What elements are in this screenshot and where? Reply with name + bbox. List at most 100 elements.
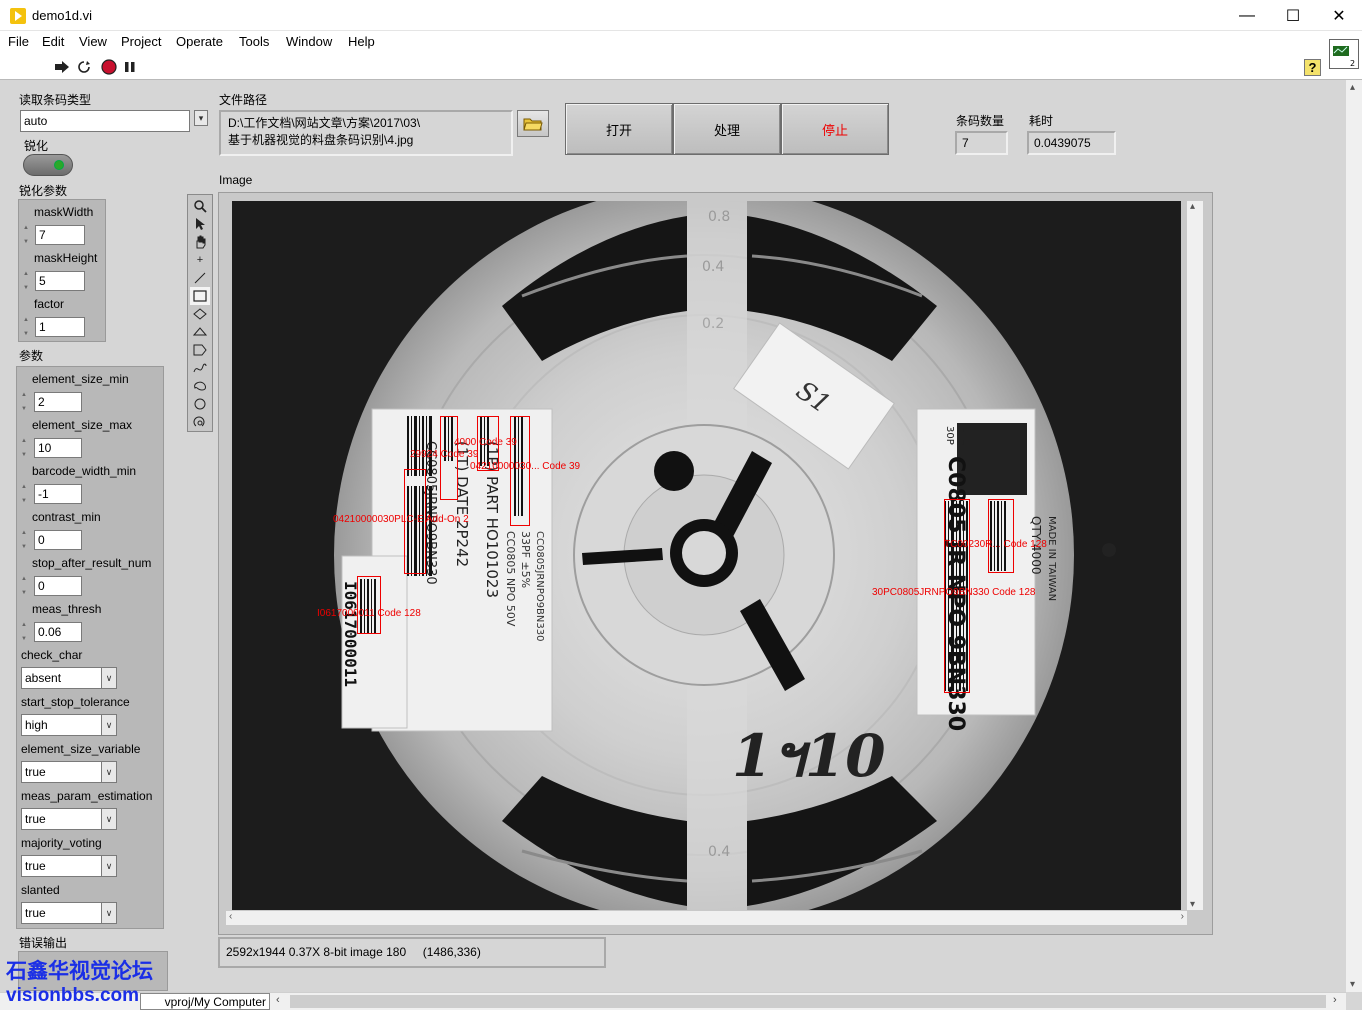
image-label: Image (219, 173, 253, 187)
freehand-region-tool-icon[interactable] (190, 377, 210, 395)
majority-voting-dropdown-icon[interactable]: ∨ (101, 855, 117, 877)
sharpen-toggle[interactable] (23, 154, 73, 176)
meas-thresh-label: meas_thresh (32, 602, 102, 616)
menu-edit[interactable]: Edit (42, 34, 64, 49)
freehand-line-tool-icon[interactable] (190, 359, 210, 377)
mask-height-input[interactable]: 5 (35, 271, 85, 291)
slanted-dropdown-icon[interactable]: ∨ (101, 902, 117, 924)
image-status-text: 2592x1944 0.37X 8-bit image 180 (1486,33… (226, 945, 481, 959)
meas-param-estimation-select[interactable]: true (21, 808, 102, 830)
barcode-count-value: 7 (955, 131, 1008, 155)
meas-thresh-input[interactable]: 0.06 (34, 622, 82, 642)
abort-icon[interactable] (101, 59, 117, 75)
element-size-variable-dropdown-icon[interactable]: ∨ (101, 761, 117, 783)
barcode-type-input[interactable]: auto (20, 110, 190, 132)
barcode-width-min-spinner[interactable]: ▲ ▼ (21, 483, 29, 505)
file-path-input[interactable]: D:\工作文档\网站文章\方案\2017\03\ 基于机器视觉的料盘条码识别\4… (219, 110, 513, 156)
line-tool-icon[interactable] (190, 269, 210, 287)
close-button[interactable]: ✕ (1316, 0, 1362, 31)
stop-button[interactable]: 停止 (781, 103, 889, 155)
file-path-line2: 基于机器视觉的料盘条码识别\4.jpg (228, 133, 414, 147)
menu-project[interactable]: Project (121, 34, 161, 49)
minimize-button[interactable]: — (1224, 0, 1270, 31)
detection-box (988, 499, 1014, 573)
element-size-variable-select[interactable]: true (21, 761, 102, 783)
pause-icon[interactable] (122, 59, 138, 75)
panel-horizontal-scrollbar-thumb[interactable] (290, 995, 1326, 1008)
polygon-tool-icon[interactable] (190, 341, 210, 359)
handwritten-reel-mark: 1ฯ10 (732, 722, 886, 790)
meas-param-estimation-label: meas_param_estimation (21, 789, 153, 803)
help-icon[interactable]: ? (1304, 59, 1321, 76)
start-stop-tolerance-select[interactable]: high (21, 714, 102, 736)
contrast-min-label: contrast_min (32, 510, 101, 524)
run-continuously-icon[interactable] (76, 59, 92, 75)
menu-window[interactable]: Window (286, 34, 332, 49)
image-vertical-scrollbar[interactable]: ▴ ▾ (1187, 201, 1203, 910)
meas-param-estimation-dropdown-icon[interactable]: ∨ (101, 808, 117, 830)
image-horizontal-scrollbar[interactable]: ‹ › (226, 911, 1187, 925)
slanted-select[interactable]: true (21, 902, 102, 924)
open-button[interactable]: 打开 (565, 103, 673, 155)
barcode-type-dropdown-icon[interactable]: ▾ (194, 110, 208, 126)
rectangle-tool-icon[interactable] (190, 287, 210, 305)
element-size-min-input[interactable]: 2 (34, 392, 82, 412)
barcode-width-min-input[interactable]: -1 (34, 484, 82, 504)
run-arrow-icon[interactable] (54, 59, 70, 75)
stop-after-result-num-input[interactable]: 0 (34, 576, 82, 596)
toolbar: ? 2 (0, 39, 1362, 80)
detection-label: TC00230R... Code 128 (944, 539, 1047, 550)
zoom-tool-icon[interactable] (190, 197, 210, 215)
meas-thresh-spinner[interactable]: ▲ ▼ (21, 621, 29, 643)
rotated-rectangle-tool-icon[interactable] (190, 305, 210, 323)
reel-image[interactable]: 0.8 0.4 0.2 0.4 S1 1ฯ10 (1P) PART HO1010… (232, 201, 1181, 910)
menu-tools[interactable]: Tools (239, 34, 269, 49)
mask-height-label: maskHeight (34, 251, 98, 265)
contrast-min-spinner[interactable]: ▲ ▼ (21, 529, 29, 551)
scroll-left-icon[interactable]: ‹ (276, 994, 280, 1006)
factor-label: factor (34, 297, 65, 311)
element-size-max-input[interactable]: 10 (34, 438, 82, 458)
mask-width-spinner[interactable]: ▲ ▼ (23, 224, 31, 246)
check-char-dropdown-icon[interactable]: ∨ (101, 667, 117, 689)
stop-after-result-num-spinner[interactable]: ▲ ▼ (21, 575, 29, 597)
title-bar: demo1d.vi — ☐ ✕ (0, 0, 1362, 31)
oval-tool-icon[interactable] (190, 395, 210, 413)
factor-spinner[interactable]: ▲ ▼ (23, 316, 31, 338)
mask-width-input[interactable]: 7 (35, 225, 85, 245)
point-tool-icon[interactable]: + (190, 251, 210, 269)
process-button[interactable]: 处理 (673, 103, 781, 155)
start-stop-tolerance-dropdown-icon[interactable]: ∨ (101, 714, 117, 736)
menu-view[interactable]: View (79, 34, 107, 49)
element-size-variable-label: element_size_variable (21, 742, 141, 756)
reel-mark-2: 0.4 (702, 259, 724, 275)
majority-voting-select[interactable]: true (21, 855, 102, 877)
start-stop-tolerance-label: start_stop_tolerance (21, 695, 130, 709)
annulus-tool-icon[interactable] (190, 323, 210, 341)
image-tool-palette: + (187, 194, 213, 432)
factor-input[interactable]: 1 (35, 317, 85, 337)
project-path-field: vproj/My Computer (140, 993, 270, 1010)
panel-vertical-scrollbar[interactable]: ▴ ▾ (1346, 80, 1362, 992)
left-label-line5: 33PF ±5% (519, 531, 532, 588)
pan-hand-icon[interactable] (190, 233, 210, 251)
params-label: 参数 (19, 349, 44, 363)
detection-label: 4000 Code 39 (454, 437, 517, 448)
element-size-min-spinner[interactable]: ▲ ▼ (21, 391, 29, 413)
menu-operate[interactable]: Operate (176, 34, 223, 49)
contrast-min-input[interactable]: 0 (34, 530, 82, 550)
barcode-type-label: 读取条码类型 (19, 93, 92, 107)
menu-help[interactable]: Help (348, 34, 375, 49)
selection-arrow-icon[interactable] (190, 215, 210, 233)
mask-height-spinner[interactable]: ▲ ▼ (23, 270, 31, 292)
arc-tool-icon[interactable] (190, 413, 210, 431)
check-char-select[interactable]: absent (21, 667, 102, 689)
browse-folder-icon[interactable] (517, 110, 549, 137)
menu-file[interactable]: File (8, 34, 29, 49)
maximize-button[interactable]: ☐ (1270, 0, 1316, 31)
mask-width-label: maskWidth (34, 205, 94, 219)
bottom-bar: vproj/My Computer ‹ › (0, 992, 1346, 1010)
majority-voting-label: majority_voting (21, 836, 102, 850)
scroll-right-icon[interactable]: › (1333, 994, 1337, 1006)
element-size-max-spinner[interactable]: ▲ ▼ (21, 437, 29, 459)
